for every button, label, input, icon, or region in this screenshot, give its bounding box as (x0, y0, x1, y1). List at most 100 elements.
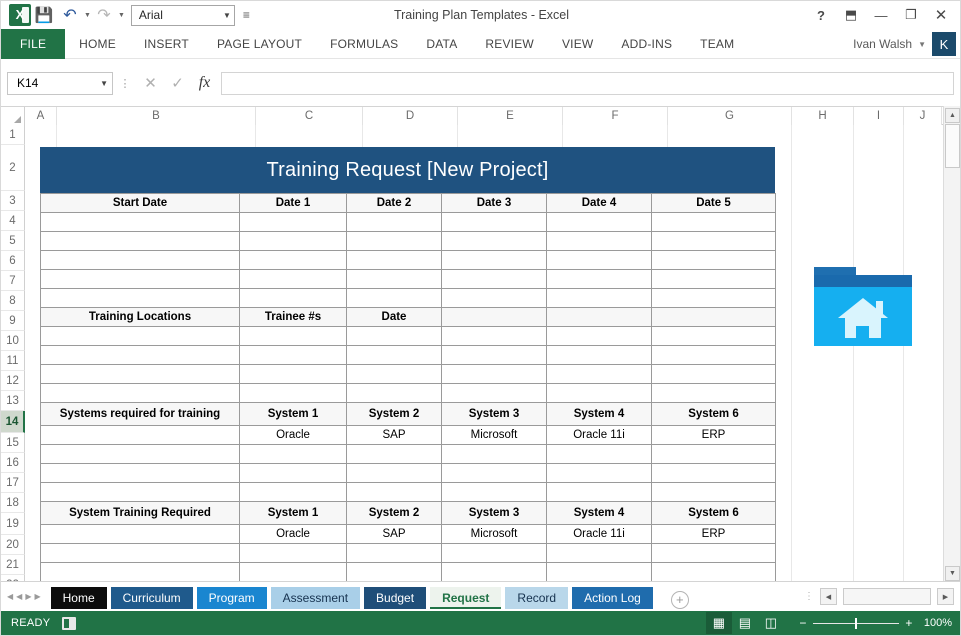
page-break-preview-button[interactable]: ◫ (758, 612, 784, 634)
vertical-scroll-thumb[interactable] (945, 124, 960, 168)
cell[interactable] (40, 250, 240, 270)
cell-oracle-11i[interactable]: Oracle 11i (546, 425, 652, 445)
cell[interactable] (239, 250, 347, 270)
cell-system-1-header[interactable]: System 1 (239, 402, 347, 426)
last-sheet-icon[interactable]: ▶ (34, 592, 40, 601)
insert-function-icon[interactable]: fx (191, 72, 218, 95)
cell[interactable] (40, 463, 240, 483)
ribbon-tab-insert[interactable]: INSERT (130, 29, 203, 59)
table-row[interactable] (40, 288, 776, 308)
cell-oracle[interactable]: Oracle (239, 425, 347, 445)
column-header-b[interactable]: B (57, 107, 256, 125)
row-header-16[interactable]: 16 (1, 453, 25, 473)
cell[interactable] (346, 562, 442, 582)
font-name-box[interactable]: Arial ▼ (130, 4, 235, 26)
cell[interactable] (651, 326, 776, 346)
column-header-g[interactable]: G (668, 107, 792, 125)
cell[interactable] (346, 463, 442, 483)
cell[interactable] (441, 463, 547, 483)
cell[interactable] (40, 231, 240, 251)
sheet-tab-budget[interactable]: Budget (364, 586, 427, 609)
cell[interactable] (239, 364, 347, 384)
table-row[interactable] (40, 463, 776, 483)
add-sheet-icon[interactable]: + (670, 590, 689, 609)
cell-empty-header-1[interactable] (441, 307, 547, 327)
cell[interactable] (346, 482, 442, 502)
table-row[interactable]: Oracle SAP Microsoft Oracle 11i ERP (40, 524, 776, 544)
redo-icon[interactable]: ↷ (91, 3, 117, 27)
row-header-11[interactable]: 11 (1, 351, 25, 371)
column-header-f[interactable]: F (563, 107, 668, 125)
row-header-19[interactable]: 19 (1, 513, 25, 535)
cell[interactable] (546, 250, 652, 270)
cell[interactable] (239, 269, 347, 289)
cell[interactable] (441, 326, 547, 346)
cell-erp[interactable]: ERP (651, 425, 776, 445)
horizontal-scroll-track[interactable] (843, 588, 931, 605)
ribbon-tab-view[interactable]: VIEW (548, 29, 607, 59)
cell[interactable] (651, 250, 776, 270)
table-row[interactable] (40, 250, 776, 270)
cell[interactable] (40, 383, 240, 403)
cell[interactable] (239, 463, 347, 483)
next-sheet-icon[interactable]: ▶ (25, 592, 31, 601)
zoom-slider[interactable] (812, 617, 899, 629)
cell[interactable] (239, 482, 347, 502)
zoom-in-button[interactable]: + (904, 616, 914, 630)
horizontal-scrollbar[interactable]: ⋮ ◀ ▶ (804, 588, 954, 605)
cell[interactable] (239, 383, 347, 403)
cell-system-2-header-2[interactable]: System 2 (346, 501, 442, 525)
ribbon-tab-review[interactable]: REVIEW (471, 29, 548, 59)
select-all-corner[interactable] (1, 107, 25, 125)
ribbon-tab-page-layout[interactable]: PAGE LAYOUT (203, 29, 316, 59)
cell-date-4-header[interactable]: Date 4 (546, 193, 652, 213)
cell[interactable] (346, 345, 442, 365)
cell[interactable] (546, 383, 652, 403)
cell[interactable] (346, 231, 442, 251)
cell[interactable] (441, 212, 547, 232)
save-icon[interactable]: 💾 (31, 3, 57, 27)
cell[interactable] (546, 463, 652, 483)
cell-empty-header-2[interactable] (546, 307, 652, 327)
sheet-tab-request[interactable]: Request (430, 586, 502, 609)
table-row[interactable]: Training Locations Trainee #s Date (40, 307, 776, 327)
cell[interactable] (441, 444, 547, 464)
cell[interactable] (441, 364, 547, 384)
table-row[interactable] (40, 543, 776, 563)
column-header-e[interactable]: E (458, 107, 563, 125)
cell-oracle-11i-2[interactable]: Oracle 11i (546, 524, 652, 544)
cell[interactable] (346, 383, 442, 403)
cell[interactable] (651, 444, 776, 464)
cell[interactable] (40, 444, 240, 464)
cell[interactable] (441, 562, 547, 582)
prev-sheet-icon[interactable]: ◀ (16, 592, 22, 601)
cell[interactable] (546, 288, 652, 308)
cell[interactable] (546, 444, 652, 464)
table-row[interactable]: Oracle SAP Microsoft Oracle 11i ERP (40, 425, 776, 445)
cell[interactable] (546, 364, 652, 384)
name-box[interactable]: K14 ▼ (7, 71, 113, 95)
sheet-tab-program[interactable]: Program (196, 586, 267, 609)
cell[interactable] (346, 326, 442, 346)
table-row[interactable] (40, 326, 776, 346)
cell-date-3-header[interactable]: Date 3 (441, 193, 547, 213)
customize-quick-access-icon[interactable]: ≡ (243, 8, 250, 22)
cell[interactable] (546, 212, 652, 232)
cell[interactable] (239, 345, 347, 365)
cell[interactable] (441, 250, 547, 270)
sheet-tab-action-log[interactable]: Action Log (572, 586, 653, 609)
column-header-h[interactable]: H (792, 107, 854, 125)
cell-area[interactable]: Training Request [New Project] Start Dat… (25, 125, 938, 584)
cell[interactable] (40, 288, 240, 308)
cell[interactable] (651, 562, 776, 582)
cell[interactable] (651, 463, 776, 483)
row-header-5[interactable]: 5 (1, 231, 25, 251)
cell-microsoft[interactable]: Microsoft (441, 425, 547, 445)
row-header-20[interactable]: 20 (1, 535, 25, 555)
avatar[interactable]: K (932, 32, 956, 56)
cell[interactable] (546, 231, 652, 251)
column-header-a[interactable]: A (25, 107, 57, 125)
cell[interactable] (546, 345, 652, 365)
row-header-10[interactable]: 10 (1, 331, 25, 351)
cell[interactable] (346, 543, 442, 563)
